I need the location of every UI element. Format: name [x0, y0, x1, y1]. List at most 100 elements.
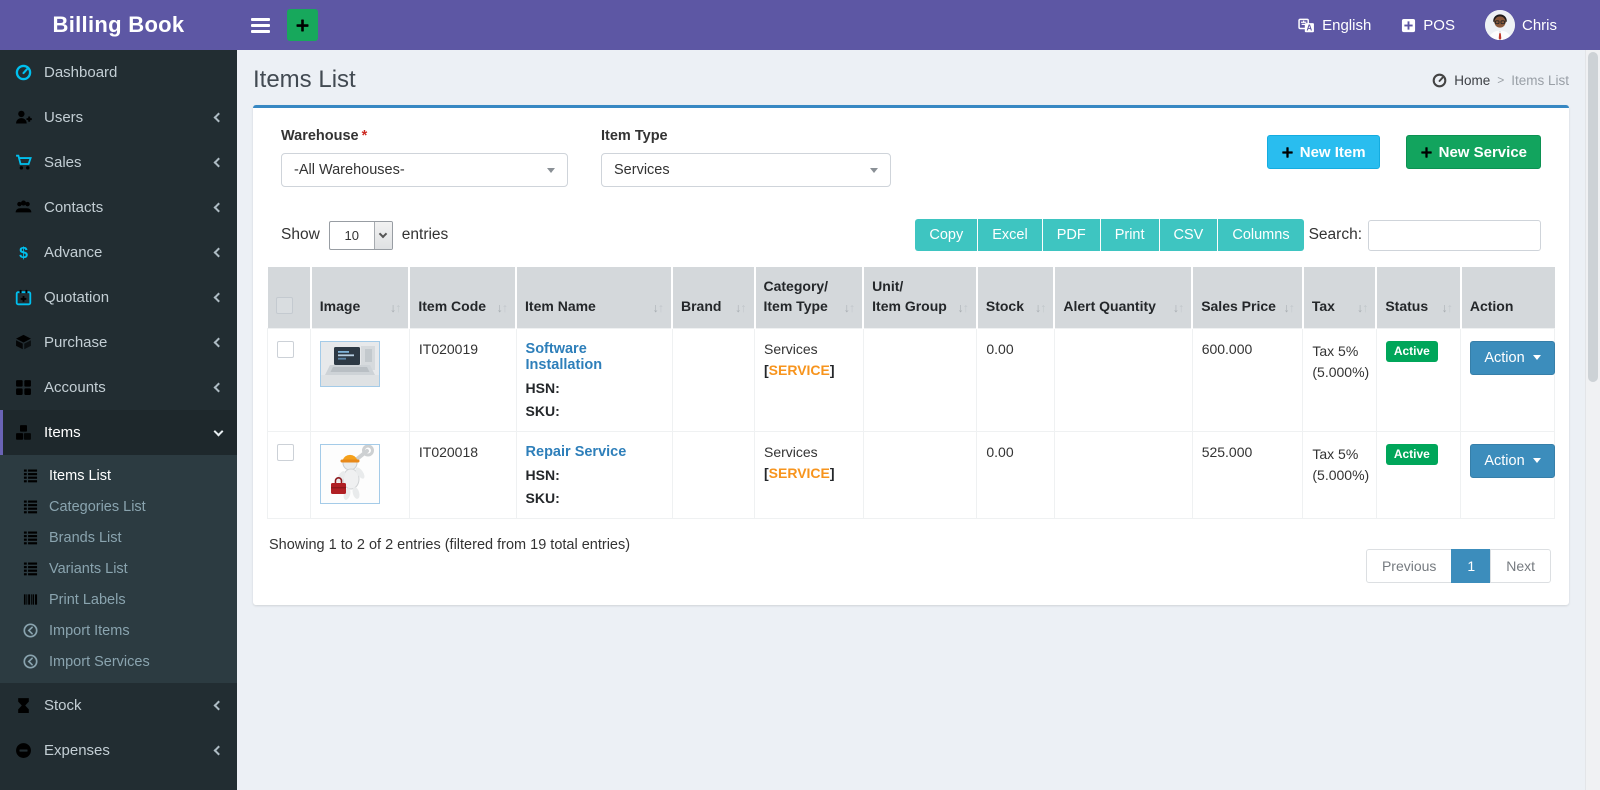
status-badge: Active	[1385, 340, 1438, 362]
item-name-link[interactable]: Repair Service	[526, 444, 663, 460]
plus-icon	[295, 18, 310, 33]
language-menu[interactable]: English	[1283, 0, 1386, 50]
column-header-category[interactable]: Category/ Item Type	[754, 267, 865, 329]
sidebar-item-variants-list[interactable]: Variants List	[0, 553, 237, 584]
sidebar-item-print-labels[interactable]: Print Labels	[0, 584, 237, 615]
chevron-left-icon	[213, 745, 224, 756]
sidebar-item-purchase[interactable]: Purchase	[0, 320, 237, 365]
scrollbar-thumb[interactable]	[1588, 52, 1598, 382]
sort-icon[interactable]	[1441, 302, 1452, 317]
sidebar-item-quotation[interactable]: Quotation	[0, 275, 237, 320]
sidebar-item-label: Expenses	[44, 742, 110, 759]
sort-icon[interactable]	[497, 302, 508, 317]
warehouse-select[interactable]: -All Warehouses-	[281, 153, 568, 187]
sidebar-item-expenses[interactable]: Expenses	[0, 728, 237, 773]
row-checkbox[interactable]	[277, 443, 294, 461]
page-1-button[interactable]: 1	[1451, 548, 1492, 583]
sidebar: Dashboard Users Sales Contacts Advance Q…	[0, 50, 237, 790]
page-title: Items List	[253, 66, 356, 93]
sidebar-item-contacts[interactable]: Contacts	[0, 185, 237, 230]
plus-icon	[1420, 146, 1433, 159]
sidebar-item-items-list[interactable]: Items List	[0, 460, 237, 491]
item-name-link[interactable]: Software Installation	[526, 341, 663, 373]
previous-page-button[interactable]: Previous	[1365, 548, 1453, 583]
excel-button[interactable]: Excel	[978, 219, 1043, 251]
sidebar-item-stock[interactable]: Stock	[0, 683, 237, 728]
unit-cell	[862, 327, 978, 432]
contacts-icon	[15, 199, 32, 216]
sidebar-toggle-button[interactable]	[237, 0, 283, 50]
column-header-item-code[interactable]: Item Code	[409, 267, 518, 329]
chevron-left-icon	[213, 337, 224, 348]
column-header-unit[interactable]: Unit/ Item Group	[863, 267, 978, 329]
next-page-button[interactable]: Next	[1490, 548, 1551, 583]
item-image-repair[interactable]	[320, 443, 381, 504]
caret-down-icon	[547, 167, 555, 173]
search-input[interactable]	[1368, 219, 1541, 251]
list-icon	[23, 468, 38, 483]
sidebar-item-items[interactable]: Items	[0, 410, 237, 455]
csv-button[interactable]: CSV	[1159, 219, 1219, 251]
column-header-stock[interactable]: Stock	[976, 267, 1056, 329]
sidebar-item-users[interactable]: Users	[0, 95, 237, 140]
sidebar-item-categories-list[interactable]: Categories List	[0, 491, 237, 522]
submenu-item-label: Variants List	[49, 560, 128, 577]
column-header-sales-price[interactable]: Sales Price	[1192, 267, 1304, 329]
item-image-laptop[interactable]	[320, 340, 381, 387]
action-button[interactable]: Action	[1470, 340, 1555, 375]
sidebar-item-label: Advance	[44, 244, 103, 261]
row-checkbox[interactable]	[277, 340, 294, 358]
new-service-button[interactable]: New Service	[1405, 135, 1541, 169]
sort-icon[interactable]	[1035, 302, 1046, 317]
sort-icon[interactable]	[1357, 302, 1368, 317]
app-logo[interactable]: Billing Book	[0, 0, 237, 50]
entries-summary: Showing 1 to 2 of 2 entries (filtered fr…	[269, 536, 631, 553]
columns-button[interactable]: Columns	[1218, 219, 1304, 251]
new-item-button[interactable]: New Item	[1266, 135, 1380, 169]
sidebar-item-advance[interactable]: Advance	[0, 230, 237, 275]
action-button[interactable]: Action	[1470, 443, 1555, 478]
stock-cell: 0.00	[976, 430, 1055, 519]
table-row: IT020018 Repair Service HSN: SKU: Servic…	[266, 430, 1555, 519]
sort-icon[interactable]	[390, 302, 401, 317]
quick-add-button[interactable]	[287, 9, 318, 41]
alert-quantity-cell	[1053, 430, 1193, 519]
caret-down-icon	[870, 167, 878, 173]
sidebar-item-sales[interactable]: Sales	[0, 140, 237, 185]
sidebar-item-accounts[interactable]: Accounts	[0, 365, 237, 410]
sort-icon[interactable]	[1283, 302, 1294, 317]
cart-icon	[15, 154, 32, 171]
sidebar-item-dashboard[interactable]: Dashboard	[0, 50, 237, 95]
column-header-tax[interactable]: Tax	[1302, 267, 1378, 329]
column-header-brand[interactable]: Brand	[672, 267, 756, 329]
copy-button[interactable]: Copy	[915, 219, 979, 251]
page-length-select[interactable]: 10	[328, 220, 393, 250]
column-header-image[interactable]: Image	[310, 267, 411, 329]
column-header-alert-quantity[interactable]: Alert Quantity	[1054, 267, 1194, 329]
sort-icon[interactable]	[957, 302, 968, 317]
sort-icon[interactable]	[844, 302, 855, 317]
sort-icon[interactable]	[735, 302, 746, 317]
item-type-badge: SERVICE	[768, 464, 830, 481]
item-type-select[interactable]: Services	[601, 153, 891, 187]
user-menu[interactable]: Chris	[1470, 0, 1572, 50]
breadcrumb-home[interactable]: Home	[1454, 73, 1490, 88]
sidebar-item-label: Users	[44, 109, 84, 126]
pos-button[interactable]: POS	[1386, 0, 1470, 50]
pdf-button[interactable]: PDF	[1042, 219, 1101, 251]
sidebar-item-brands-list[interactable]: Brands List	[0, 522, 237, 553]
breadcrumb: Home > Items List	[1432, 73, 1569, 88]
sort-icon[interactable]	[1173, 302, 1184, 317]
sidebar-item-import-items[interactable]: Import Items	[0, 615, 237, 646]
sidebar-item-import-services[interactable]: Import Services	[0, 646, 237, 677]
column-header-status[interactable]: Status	[1376, 267, 1462, 329]
sidebar-item-label: Accounts	[44, 379, 106, 396]
print-button[interactable]: Print	[1100, 219, 1160, 251]
vertical-scrollbar[interactable]	[1585, 50, 1600, 790]
show-label: Show	[281, 226, 320, 243]
entries-label: entries	[401, 226, 449, 243]
column-header-item-name[interactable]: Item Name	[516, 267, 673, 329]
select-all-checkbox[interactable]	[275, 296, 293, 314]
sort-icon[interactable]	[653, 302, 664, 317]
plus-icon	[1281, 146, 1294, 159]
